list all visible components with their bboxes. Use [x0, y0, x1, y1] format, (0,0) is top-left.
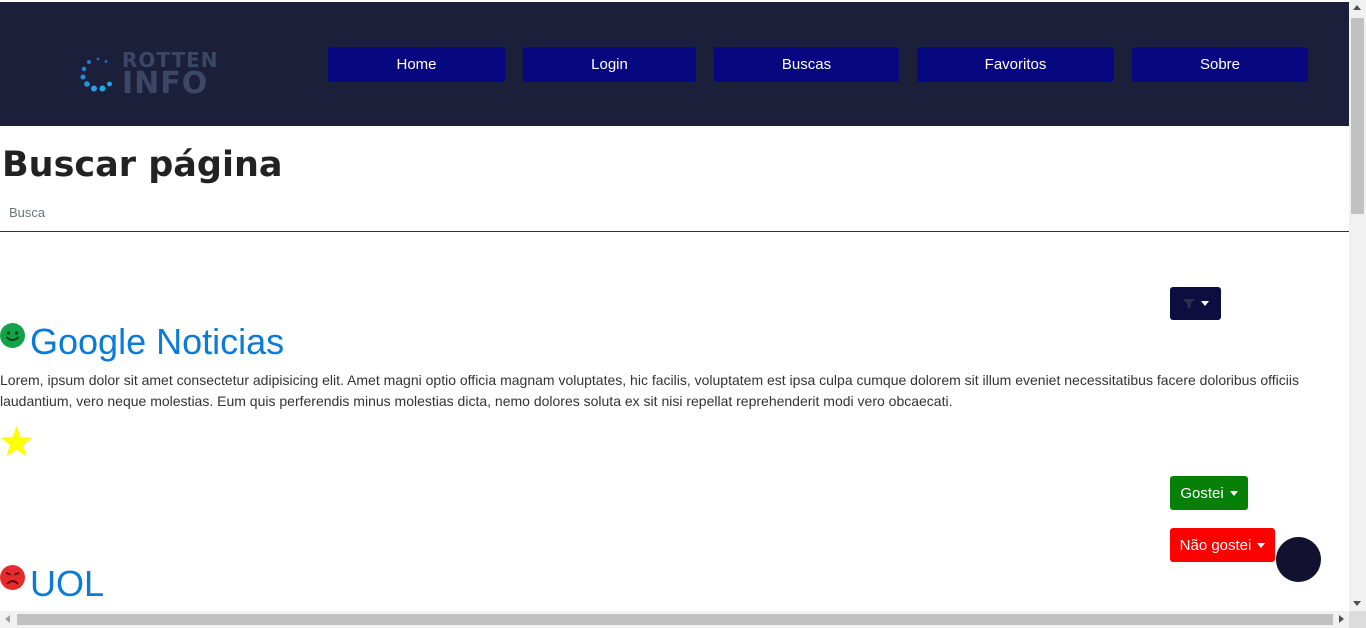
nav-home[interactable]: Home	[328, 47, 505, 82]
floating-action-button[interactable]	[1276, 537, 1321, 582]
dislike-dropdown-button[interactable]: Não gostei	[1170, 528, 1275, 562]
page-title: Buscar página	[2, 145, 283, 185]
like-dropdown-button[interactable]: Gostei	[1170, 476, 1248, 510]
result-title-google-noticias[interactable]: Google Noticias	[30, 324, 284, 360]
vertical-scroll-thumb[interactable]	[1351, 18, 1364, 214]
page-viewport: ROTTEN INFO Home Login Buscas Favoritos …	[0, 0, 1349, 611]
sad-icon	[0, 565, 25, 590]
filter-dropdown-button[interactable]	[1170, 287, 1221, 320]
nav-buscas[interactable]: Buscas	[714, 47, 899, 82]
scroll-up-arrow-icon[interactable]	[1353, 5, 1361, 10]
divider	[0, 231, 1349, 232]
horizontal-scroll-thumb[interactable]	[17, 614, 1333, 625]
caret-down-icon	[1200, 301, 1209, 306]
logo-line-2: INFO	[122, 66, 209, 101]
caret-down-icon	[1257, 542, 1266, 548]
logo[interactable]: ROTTEN INFO	[80, 50, 218, 99]
scroll-down-arrow-icon[interactable]	[1353, 601, 1361, 606]
logo-spinner-icon	[80, 57, 112, 92]
nav-favoritos[interactable]: Favoritos	[917, 47, 1114, 82]
navbar: ROTTEN INFO Home Login Buscas Favoritos …	[0, 2, 1349, 126]
star-icon[interactable]	[0, 426, 33, 458]
nav-login[interactable]: Login	[523, 47, 696, 82]
smile-icon	[0, 323, 25, 348]
scroll-left-arrow-icon[interactable]	[5, 615, 10, 623]
horizontal-scrollbar[interactable]	[0, 611, 1349, 628]
scrollbar-corner	[1349, 611, 1366, 628]
dislike-label: Não gostei	[1179, 536, 1252, 554]
vertical-scrollbar[interactable]	[1349, 0, 1366, 611]
logo-text: ROTTEN INFO	[122, 50, 219, 99]
nav-sobre[interactable]: Sobre	[1132, 47, 1308, 82]
breadcrumb[interactable]: Busca	[9, 205, 45, 220]
like-label: Gostei	[1180, 484, 1224, 502]
result-description: Lorem, ipsum dolor sit amet consectetur …	[0, 372, 1299, 409]
caret-down-icon	[1229, 490, 1238, 496]
result-title-uol[interactable]: UOL	[30, 566, 104, 602]
scroll-right-arrow-icon[interactable]	[1339, 615, 1344, 623]
filter-icon	[1182, 298, 1195, 309]
